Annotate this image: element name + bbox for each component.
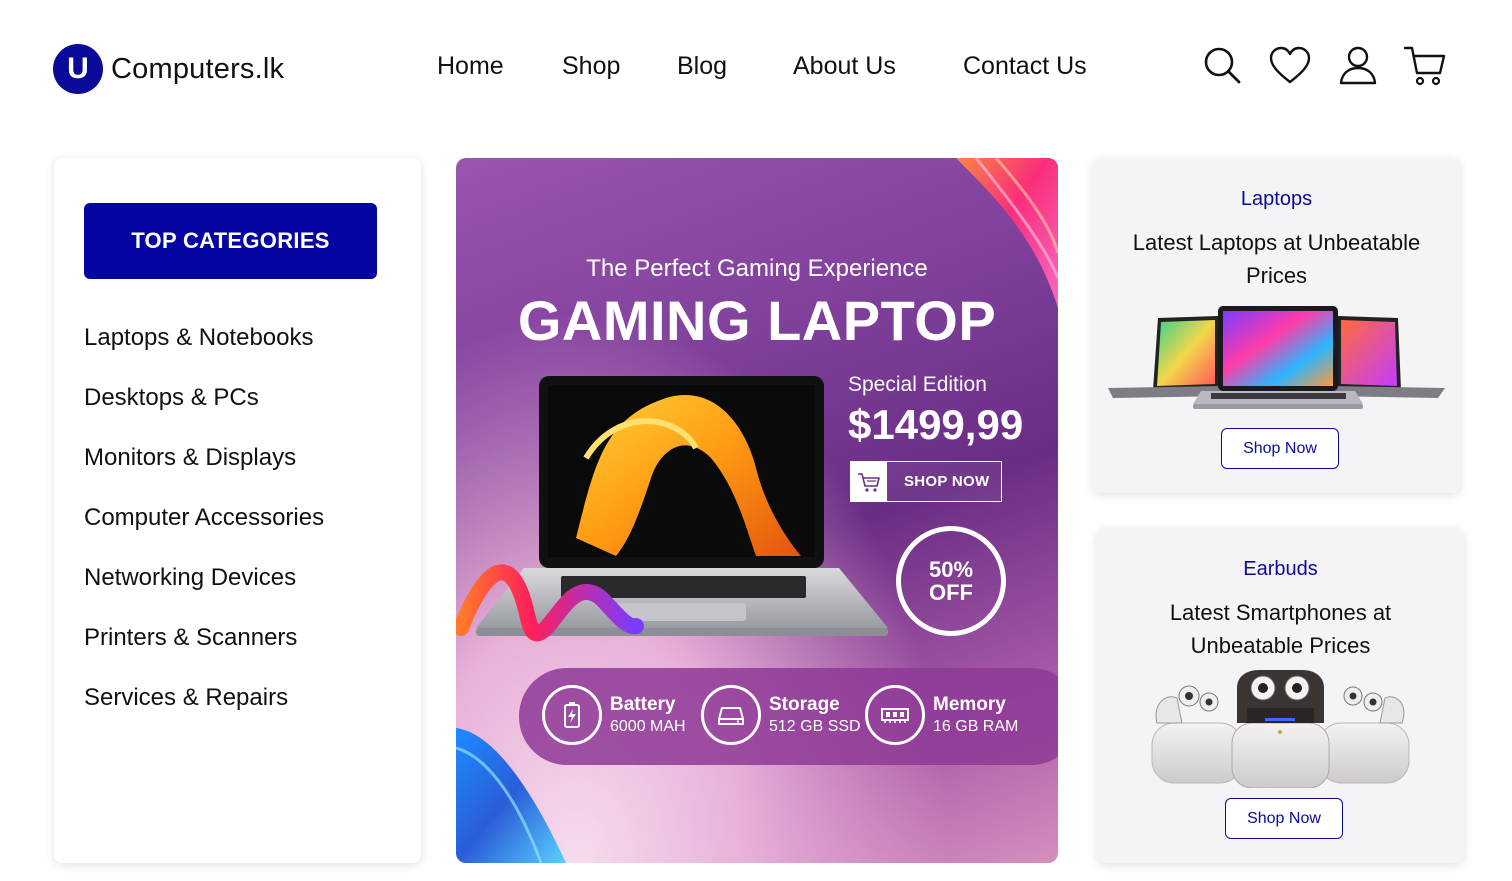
spec-battery: Battery 6000 MAH — [542, 685, 686, 745]
promo-category-label: Laptops — [1240, 188, 1313, 210]
hero-title: GAMING LAPTOP — [517, 289, 997, 352]
hero-edition: Special Edition — [848, 373, 987, 396]
promo-headline: Latest Smartphones at Unbeatable Prices — [1169, 600, 1392, 658]
spec-memory-name: Memory — [933, 694, 1006, 715]
nav-about-us[interactable]: About Us — [793, 52, 896, 81]
discount-off: OFF — [929, 580, 973, 605]
spec-battery-value: 6000 MAH — [610, 718, 686, 735]
category-laptops-notebooks[interactable]: Laptops & Notebooks — [84, 318, 324, 378]
spec-storage: Storage 512 GB SSD — [701, 685, 861, 745]
spec-bar: Battery 6000 MAH Storage 512 GB SSD Memo… — [519, 668, 1058, 765]
spec-storage-value: 512 GB SSD — [769, 718, 861, 735]
search-icon[interactable] — [1200, 43, 1246, 89]
site-header: U Computers.lk Home Shop Blog About Us C… — [0, 0, 1512, 140]
promo-card-laptops: Laptops Latest Laptops at Unbeatable Pri… — [1093, 158, 1460, 493]
category-printers-scanners[interactable]: Printers & Scanners — [84, 618, 324, 678]
battery-charge-icon — [542, 685, 602, 745]
category-desktops-pcs[interactable]: Desktops & PCs — [84, 378, 324, 438]
nav-blog[interactable]: Blog — [677, 52, 727, 81]
promo-card-earbuds: Earbuds Latest Smartphones at Unbeatable… — [1097, 528, 1464, 863]
heart-icon[interactable] — [1267, 43, 1313, 89]
shopping-cart-icon — [851, 462, 887, 501]
promo-category-label: Earbuds — [1243, 558, 1318, 580]
discount-badge: 50% OFF — [896, 526, 1006, 636]
logo-text: Computers.lk — [111, 52, 285, 85]
user-icon[interactable] — [1336, 43, 1382, 89]
discount-percent: 50% — [928, 557, 974, 582]
cart-icon[interactable] — [1402, 43, 1448, 89]
category-computer-accessories[interactable]: Computer Accessories — [84, 498, 324, 558]
spec-battery-name: Battery — [610, 694, 676, 715]
categories-panel: TOP CATEGORIES Laptops & Notebooks Deskt… — [54, 158, 421, 863]
category-monitors-displays[interactable]: Monitors & Displays — [84, 438, 324, 498]
site-logo[interactable]: U Computers.lk — [53, 44, 284, 94]
ssd-drive-icon — [701, 685, 761, 745]
promo-headline: Latest Laptops at Unbeatable Prices — [1132, 230, 1421, 288]
hero-shop-now-button[interactable]: SHOP NOW — [850, 461, 1002, 502]
hero-price: $1499,99 — [848, 401, 1024, 448]
nav-shop[interactable]: Shop — [562, 52, 620, 81]
category-list: Laptops & Notebooks Desktops & PCs Monit… — [84, 318, 324, 738]
category-networking-devices[interactable]: Networking Devices — [84, 558, 324, 618]
ram-chip-icon — [865, 685, 925, 745]
promo-shop-now-button[interactable]: Shop Now — [1221, 428, 1339, 469]
hero-subtitle: The Perfect Gaming Experience — [586, 255, 928, 282]
spec-storage-name: Storage — [769, 694, 840, 715]
spec-memory-value: 16 GB RAM — [933, 718, 1019, 735]
nav-contact-us[interactable]: Contact Us — [963, 52, 1087, 81]
top-categories-heading: TOP CATEGORIES — [84, 203, 377, 279]
hero-shop-now-label: SHOP NOW — [904, 473, 990, 490]
nav-home[interactable]: Home — [437, 52, 504, 81]
spec-memory: Memory 16 GB RAM — [865, 685, 1018, 745]
laptops-product-image — [1108, 306, 1445, 409]
promo-shop-now-button[interactable]: Shop Now — [1225, 798, 1343, 839]
earbuds-product-image — [1151, 670, 1410, 788]
category-services-repairs[interactable]: Services & Repairs — [84, 678, 324, 738]
hero-banner[interactable]: The Perfect Gaming Experience GAMING LAP… — [456, 158, 1058, 863]
logo-mark: U — [53, 44, 103, 94]
